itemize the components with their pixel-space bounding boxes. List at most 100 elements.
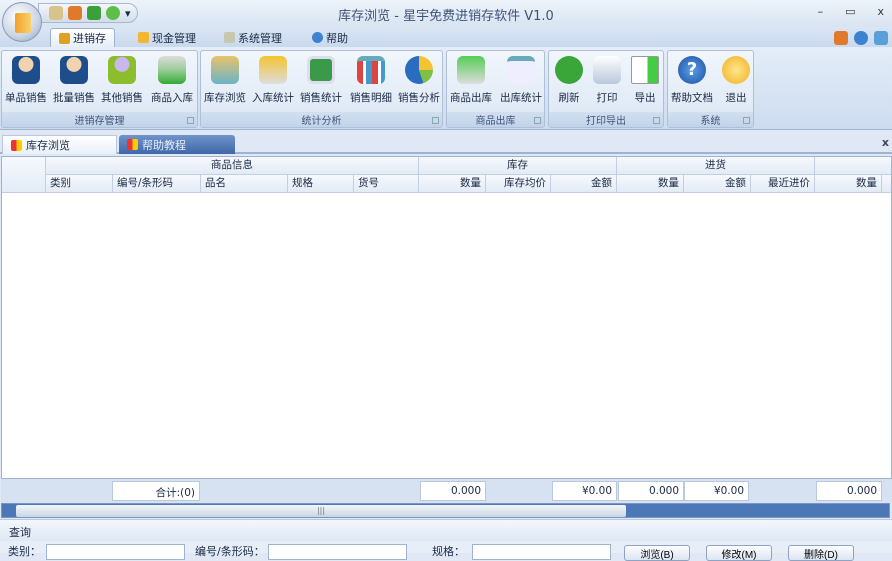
- power-icon: [722, 56, 750, 84]
- sales-detail-button[interactable]: 销售明细: [347, 53, 395, 105]
- col-name[interactable]: 品名: [201, 175, 288, 193]
- col-code[interactable]: 编号/条形码: [113, 175, 201, 193]
- summary-stock-amount: ¥0.00: [552, 481, 617, 501]
- group-header-product-info: 商品信息: [46, 157, 419, 175]
- batch-sale-button[interactable]: 批量销售: [50, 53, 98, 105]
- minimize-button[interactable]: –: [818, 5, 824, 18]
- id-card-icon: [307, 56, 335, 84]
- group-header-purchase: 进货: [617, 157, 815, 175]
- pie-chart-icon: [405, 56, 433, 84]
- group-inventory-management: 单品销售 批量销售 其他销售 商品入库 进销存管理: [1, 50, 198, 128]
- col-purchase-qty[interactable]: 数量: [617, 175, 684, 193]
- group-launcher-button[interactable]: [432, 117, 439, 124]
- help-doc-button[interactable]: ? 帮助文档: [668, 53, 716, 105]
- sales-stats-button[interactable]: 销售统计: [297, 53, 345, 105]
- tab-cash-management[interactable]: 现金管理: [130, 28, 204, 47]
- summary-purchase-qty: 0.000: [618, 481, 684, 501]
- coin-icon: [138, 32, 149, 43]
- refresh-icon[interactable]: [106, 6, 120, 20]
- group-launcher-button[interactable]: [743, 117, 750, 124]
- col-qty[interactable]: 数量: [815, 175, 882, 193]
- delete-button[interactable]: 删除(D): [788, 545, 854, 561]
- exit-button[interactable]: 退出: [712, 53, 760, 105]
- refresh-icon: [555, 56, 583, 84]
- group-header-extra: [815, 157, 891, 175]
- spec-input[interactable]: [472, 544, 611, 560]
- person-icon: [108, 56, 136, 84]
- col-stock-qty[interactable]: 数量: [419, 175, 486, 193]
- cart-icon[interactable]: [68, 6, 82, 20]
- skin-icon[interactable]: [874, 31, 888, 45]
- browse-button[interactable]: 浏览(B): [624, 545, 690, 561]
- summary-purchase-amount: ¥0.00: [684, 481, 749, 501]
- summary-count: 合计:(0): [112, 481, 200, 501]
- stock-grid[interactable]: 商品信息 库存 进货 类别 编号/条形码 品名 规格 货号 数量 库存均价 金额…: [1, 156, 892, 479]
- database-in-icon: [158, 56, 186, 84]
- category-label: 类别：: [8, 545, 41, 558]
- app-logo-icon: [15, 13, 31, 33]
- close-button[interactable]: x: [877, 5, 884, 18]
- qat-customize-button[interactable]: ▾: [125, 7, 131, 20]
- doc-tab-stock-browse[interactable]: 库存浏览: [2, 135, 117, 154]
- box-icon: [59, 32, 70, 44]
- quick-access-toolbar: ▾: [38, 3, 138, 23]
- stock-in-button[interactable]: 商品入库: [148, 53, 196, 105]
- group-stock-out: 商品出库 出库统计 商品出库: [446, 50, 545, 128]
- group-launcher-button[interactable]: [653, 117, 660, 124]
- stock-in-stats-button[interactable]: 入库统计: [249, 53, 297, 105]
- export-button[interactable]: 导出: [621, 53, 669, 105]
- sales-analysis-button[interactable]: 销售分析: [395, 53, 443, 105]
- col-last-price[interactable]: 最近进价: [751, 175, 815, 193]
- single-sale-button[interactable]: 单品销售: [2, 53, 50, 105]
- group-system: ? 帮助文档 退出 系统: [667, 50, 754, 128]
- row-header-corner: [2, 157, 46, 193]
- close-tab-button[interactable]: x: [882, 136, 889, 149]
- col-stock-avg-price[interactable]: 库存均价: [486, 175, 551, 193]
- maximize-button[interactable]: ▭: [845, 5, 855, 18]
- spec-label: 规格：: [432, 545, 465, 558]
- database-out-icon: [457, 56, 485, 84]
- person-icon: [12, 56, 40, 84]
- stock-out-stats-button[interactable]: 出库统计: [497, 53, 545, 105]
- document-tabs: 库存浏览 帮助教程 x: [0, 132, 892, 154]
- col-stock-amount[interactable]: 金额: [551, 175, 617, 193]
- scrollbar-thumb[interactable]: |||: [16, 505, 626, 517]
- application-menu-button[interactable]: [2, 2, 42, 42]
- tab-icon: [127, 139, 138, 150]
- check-icon[interactable]: [87, 6, 101, 20]
- doc-tab-help-tutorial[interactable]: 帮助教程: [119, 135, 235, 154]
- people-icon: [60, 56, 88, 84]
- tab-jinxiaocun[interactable]: 进销存: [50, 28, 115, 47]
- books-icon: [259, 56, 287, 84]
- group-print-export: 刷新 打印 导出 打印导出: [548, 50, 664, 128]
- category-input[interactable]: [46, 544, 185, 560]
- tab-icon: [11, 139, 22, 151]
- other-sale-button[interactable]: 其他销售: [98, 53, 146, 105]
- export-icon: [631, 56, 659, 84]
- tab-system-management[interactable]: 系统管理: [216, 28, 290, 47]
- group-statistics: 库存浏览 入库统计 销售统计 销售明细 销售分析 统计分析: [200, 50, 443, 128]
- code-input[interactable]: [268, 544, 407, 560]
- stock-out-button[interactable]: 商品出库: [447, 53, 495, 105]
- horizontal-scrollbar[interactable]: |||: [1, 503, 890, 518]
- summary-stock-qty: 0.000: [420, 481, 486, 501]
- cart-icon[interactable]: [834, 31, 848, 45]
- query-panel-title: 查询: [0, 519, 892, 541]
- stock-browse-button[interactable]: 库存浏览: [201, 53, 249, 105]
- checklist-icon: [507, 56, 535, 84]
- tools-icon[interactable]: [49, 6, 63, 20]
- help-icon[interactable]: [854, 31, 868, 45]
- edit-button[interactable]: 修改(M): [706, 545, 772, 561]
- help-globe-icon: [312, 32, 323, 43]
- tab-help[interactable]: 帮助: [304, 28, 356, 47]
- group-launcher-button[interactable]: [534, 117, 541, 124]
- col-purchase-amount[interactable]: 金额: [684, 175, 751, 193]
- printer-icon: [593, 56, 621, 84]
- col-item-no[interactable]: 货号: [354, 175, 419, 193]
- books-icon: [211, 56, 239, 84]
- col-category[interactable]: 类别: [46, 175, 113, 193]
- group-launcher-button[interactable]: [187, 117, 194, 124]
- summary-row: 合计:(0) 0.000 ¥0.00 0.000 ¥0.00 0.000: [1, 479, 892, 503]
- group-header-stock: 库存: [419, 157, 617, 175]
- col-spec[interactable]: 规格: [288, 175, 354, 193]
